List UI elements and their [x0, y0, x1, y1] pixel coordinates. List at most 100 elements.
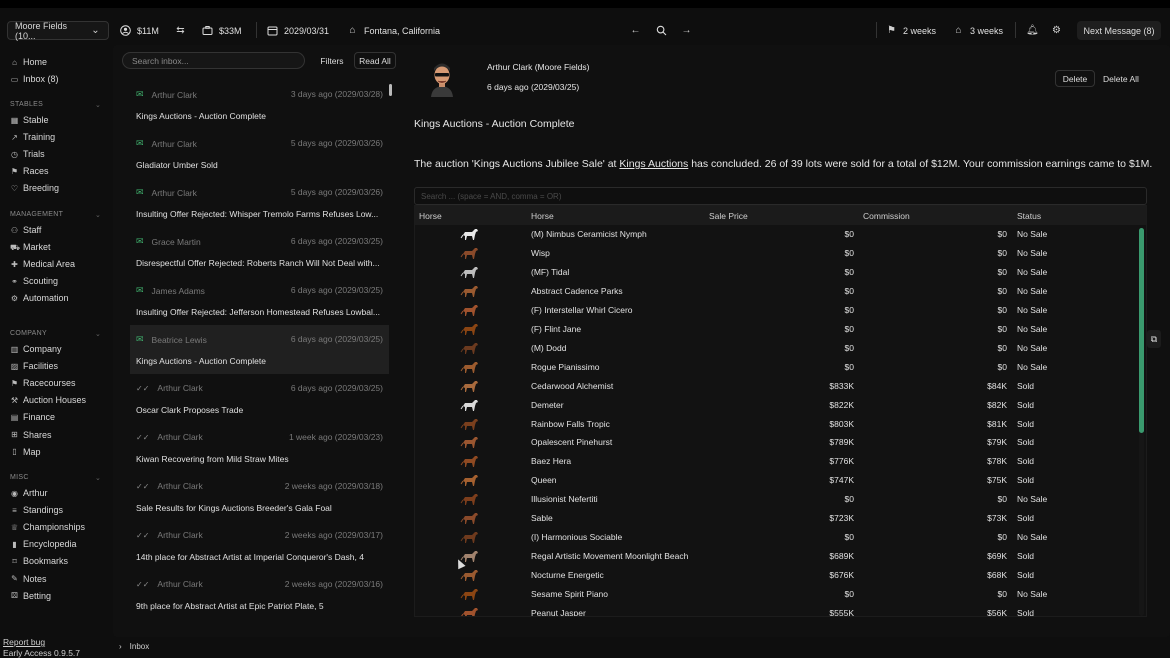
- sidebar-section-management[interactable]: MANAGEMENT: [10, 211, 63, 218]
- report-bug-link[interactable]: Report bug: [3, 637, 45, 647]
- advance-3-weeks[interactable]: ⌂ 3 weeks: [953, 25, 1003, 36]
- sidebar-item-map[interactable]: ▯ Map: [10, 447, 40, 457]
- sidebar-section-misc[interactable]: MISC: [10, 474, 29, 481]
- sidebar-item-finance[interactable]: ▤ Finance: [10, 412, 55, 422]
- sidebar-item-medical-area[interactable]: ✚ Medical Area: [10, 259, 75, 269]
- inbox-scrollbar[interactable]: [389, 84, 392, 96]
- list-item[interactable]: ✉ James Adams 6 days ago (2029/03/25) Insul…: [130, 276, 389, 325]
- table-scrollbar[interactable]: [1139, 228, 1144, 433]
- list-item[interactable]: ✓✓ Arthur Clark 2 weeks ago (2029/03/17) 14…: [130, 521, 389, 570]
- horse-name[interactable]: Queen: [531, 475, 557, 485]
- list-item[interactable]: ✉ Arthur Clark 5 days ago (2029/03/26) Insu…: [130, 178, 389, 227]
- sidebar-item-home[interactable]: ⌂ Home: [10, 57, 47, 67]
- filters-button[interactable]: Filters: [316, 52, 348, 69]
- side-panel-toggle-icon[interactable]: ⧉: [1147, 330, 1161, 348]
- sidebar-item-market[interactable]: ⛟ Market: [10, 242, 51, 252]
- horse-name[interactable]: (M) Nimbus Ceramicist Nymph: [531, 229, 647, 239]
- table-row[interactable]: Illusionist Nefertiti $0 $0 No Sale: [415, 490, 1140, 509]
- sidebar-item-training[interactable]: ↗ Training: [10, 132, 55, 142]
- sidebar-item-betting[interactable]: ⚄ Betting: [10, 591, 51, 601]
- col-sale-price[interactable]: Sale Price: [709, 211, 748, 221]
- horse-name[interactable]: Opalescent Pinehurst: [531, 437, 612, 447]
- horse-name[interactable]: Nocturne Energetic: [531, 570, 604, 580]
- horse-name[interactable]: Peanut Jasper: [531, 608, 586, 616]
- horse-name[interactable]: Demeter: [531, 400, 564, 410]
- horse-name[interactable]: Regal Artistic Movement Moonlight Beach: [531, 551, 688, 561]
- next-message-button[interactable]: Next Message (8): [1077, 21, 1161, 40]
- list-item[interactable]: ✉ Arthur Clark 3 days ago (2029/03/28) King…: [130, 80, 389, 129]
- stable-money[interactable]: $33M: [202, 25, 242, 36]
- horse-name[interactable]: Cedarwood Alchemist: [531, 381, 613, 391]
- table-row[interactable]: Cedarwood Alchemist $833K $84K Sold: [415, 377, 1140, 396]
- sidebar-section-stables[interactable]: STABLES: [10, 101, 43, 108]
- sidebar-item-shares[interactable]: ⊞ Shares: [10, 430, 51, 440]
- sidebar-item-staff[interactable]: ⚇ Staff: [10, 225, 41, 235]
- horse-name[interactable]: (F) Interstellar Whirl Cicero: [531, 305, 633, 315]
- list-item[interactable]: ✉ Grace Martin 6 days ago (2029/03/25) Disr…: [130, 227, 389, 276]
- collapse-chevron-icon[interactable]: ⌄: [95, 211, 101, 219]
- table-row[interactable]: Opalescent Pinehurst $789K $79K Sold: [415, 433, 1140, 452]
- table-row[interactable]: Baez Hera $776K $78K Sold: [415, 452, 1140, 471]
- table-row[interactable]: (F) Flint Jane $0 $0 No Sale: [415, 320, 1140, 339]
- sidebar-item-auction-houses[interactable]: ⚒ Auction Houses: [10, 395, 86, 405]
- delete-button[interactable]: Delete: [1055, 70, 1095, 87]
- sidebar-item-bookmarks[interactable]: ⌑ Bookmarks: [10, 556, 68, 566]
- horse-name[interactable]: Rainbow Falls Tropic: [531, 419, 610, 429]
- sidebar-item-facilities[interactable]: ▨ Facilities: [10, 361, 58, 371]
- sidebar-item-standings[interactable]: ≡ Standings: [10, 505, 63, 515]
- sidebar-item-company[interactable]: ▥ Company: [10, 344, 62, 354]
- table-row[interactable]: Nocturne Energetic $676K $68K Sold: [415, 566, 1140, 585]
- list-item[interactable]: ✓✓ Arthur Clark 6 days ago (2029/03/25) Osc…: [130, 374, 389, 423]
- horse-name[interactable]: Sesame Spirit Piano: [531, 589, 608, 599]
- back-button[interactable]: ←: [630, 25, 641, 36]
- table-row[interactable]: Rogue Pianissimo $0 $0 No Sale: [415, 358, 1140, 377]
- col-commission[interactable]: Commission: [863, 211, 910, 221]
- table-row[interactable]: Wisp $0 $0 No Sale: [415, 244, 1140, 263]
- sidebar-item-automation[interactable]: ⚙ Automation: [10, 293, 69, 303]
- horse-name[interactable]: Baez Hera: [531, 456, 571, 466]
- collapse-chevron-icon[interactable]: ⌄: [95, 474, 101, 482]
- auction-house-link[interactable]: Kings Auctions: [619, 158, 688, 170]
- col-status[interactable]: Status: [1017, 211, 1041, 221]
- game-date[interactable]: 2029/03/31: [267, 25, 329, 36]
- sidebar-section-company[interactable]: COMPANY: [10, 330, 47, 337]
- location[interactable]: ⌂ Fontana, California: [347, 25, 440, 36]
- table-search-input[interactable]: Search ... (space = AND, comma = OR): [414, 187, 1147, 205]
- col-horse-icon[interactable]: Horse: [419, 211, 442, 221]
- horse-name[interactable]: (M) Dodd: [531, 343, 566, 353]
- transfer-button[interactable]: ⇆: [175, 25, 186, 36]
- sidebar-item-encyclopedia[interactable]: ▮ Encyclopedia: [10, 539, 76, 549]
- sidebar-item-inbox-8[interactable]: ▭ Inbox (8): [10, 74, 59, 84]
- table-row[interactable]: (MF) Tidal $0 $0 No Sale: [415, 263, 1140, 282]
- table-row[interactable]: Queen $747K $75K Sold: [415, 471, 1140, 490]
- read-all-button[interactable]: Read All: [354, 52, 396, 69]
- list-item[interactable]: ✓✓ Arthur Clark 2 weeks ago (2029/03/18) Sa…: [130, 472, 389, 521]
- table-row[interactable]: (M) Dodd $0 $0 No Sale: [415, 339, 1140, 358]
- list-item[interactable]: ✉ Arthur Clark 5 days ago (2029/03/26) Glad…: [130, 129, 389, 178]
- list-item[interactable]: ✉ Beatrice Lewis 6 days ago (2029/03/25) Ki…: [130, 325, 389, 374]
- sidebar-item-championships[interactable]: ♕ Championships: [10, 522, 85, 532]
- horse-name[interactable]: Illusionist Nefertiti: [531, 494, 598, 504]
- horse-name[interactable]: (F) Flint Jane: [531, 324, 581, 334]
- horse-name[interactable]: Wisp: [531, 248, 550, 258]
- table-row[interactable]: Sesame Spirit Piano $0 $0 No Sale: [415, 585, 1140, 604]
- collapse-chevron-icon[interactable]: ⌄: [95, 101, 101, 109]
- delete-all-button[interactable]: Delete All: [1098, 70, 1144, 87]
- forward-button[interactable]: →: [681, 25, 692, 36]
- table-row[interactable]: Peanut Jasper $555K $56K Sold: [415, 604, 1140, 616]
- settings-button[interactable]: ⚙: [1051, 25, 1062, 36]
- table-row[interactable]: Regal Artistic Movement Moonlight Beach $…: [415, 547, 1140, 566]
- list-item[interactable]: ✓✓ Arthur Clark 1 week ago (2029/03/23) Kiw…: [130, 423, 389, 472]
- sidebar-item-racecourses[interactable]: ⚑ Racecourses: [10, 378, 76, 388]
- sidebar-item-breeding[interactable]: ♡ Breeding: [10, 183, 59, 193]
- player-money[interactable]: $11M: [120, 25, 159, 36]
- sidebar-item-trials[interactable]: ◷ Trials: [10, 149, 45, 159]
- table-row[interactable]: (M) Nimbus Ceramicist Nymph $0 $0 No Sale: [415, 225, 1140, 244]
- list-item[interactable]: ✓✓ Arthur Clark 2 weeks ago (2029/03/16) 9t…: [130, 570, 389, 619]
- horse-name[interactable]: Sable: [531, 513, 553, 523]
- sidebar-item-notes[interactable]: ✎ Notes: [10, 574, 46, 584]
- table-row[interactable]: Rainbow Falls Tropic $803K $81K Sold: [415, 415, 1140, 434]
- horse-name[interactable]: (I) Harmonious Sociable: [531, 532, 622, 542]
- table-row[interactable]: Sable $723K $73K Sold: [415, 509, 1140, 528]
- table-row[interactable]: Abstract Cadence Parks $0 $0 No Sale: [415, 282, 1140, 301]
